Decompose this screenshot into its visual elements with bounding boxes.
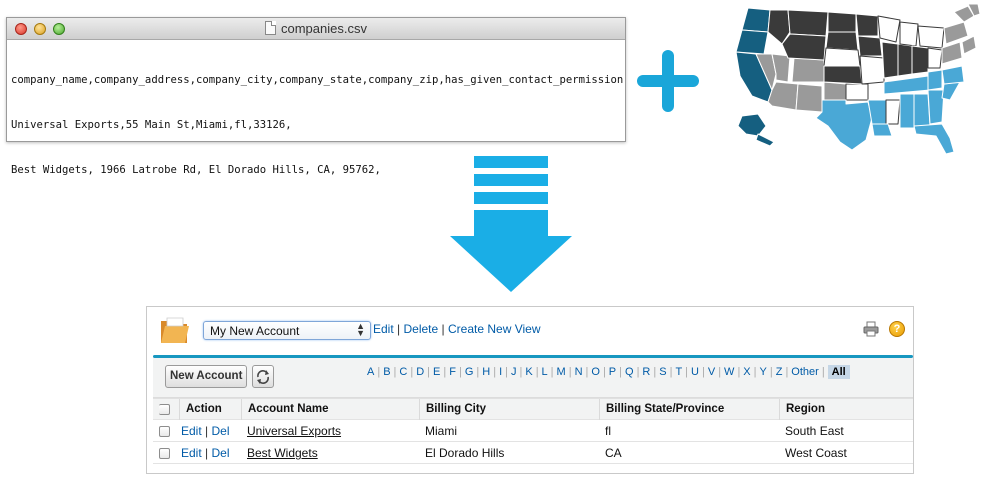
alphabet-separator: |	[685, 366, 689, 378]
row-delete-link[interactable]: Del	[212, 424, 230, 438]
alphabet-separator: |	[427, 366, 431, 378]
alphabet-filter-b[interactable]: B	[383, 366, 390, 378]
alphabet-separator: |	[550, 366, 554, 378]
link-separator: |	[441, 322, 445, 336]
alphabet-filter-m[interactable]: M	[557, 366, 566, 378]
column-header-action: Action	[179, 399, 222, 420]
folder-icon	[161, 317, 189, 343]
column-header-account-name[interactable]: Account Name	[241, 399, 329, 420]
alphabet-filter-q[interactable]: Q	[625, 366, 634, 378]
alphabet-filter-l[interactable]: L	[542, 366, 548, 378]
csv-line: Universal Exports,55 Main St,Miami,fl,33…	[11, 119, 292, 131]
us-regions-map-image	[735, 3, 981, 155]
alphabet-filter-o[interactable]: O	[591, 366, 600, 378]
alphabet-separator: |	[821, 366, 825, 378]
row-edit-link[interactable]: Edit	[181, 424, 202, 438]
billing-state-cell: CA	[605, 446, 622, 460]
accounts-table: Action Account Name Billing City Billing…	[153, 398, 913, 464]
refresh-icon	[257, 370, 269, 384]
alphabet-filter-n[interactable]: N	[575, 366, 583, 378]
table-row: Edit | Del Universal Exports Miami fl So…	[153, 420, 913, 442]
region-cell: West Coast	[785, 446, 847, 460]
link-separator: |	[205, 424, 209, 438]
alphabet-separator: |	[476, 366, 480, 378]
row-checkbox[interactable]	[159, 448, 170, 459]
alphabet-filter-h[interactable]: H	[482, 366, 490, 378]
billing-city-cell: El Dorado Hills	[425, 446, 505, 460]
alphabet-separator: |	[458, 366, 462, 378]
alphabet-separator: |	[568, 366, 572, 378]
alphabet-filter-x[interactable]: X	[743, 366, 750, 378]
alphabet-separator: |	[737, 366, 741, 378]
window-titlebar[interactable]: companies.csv	[7, 18, 625, 40]
alphabet-filter-u[interactable]: U	[691, 366, 699, 378]
column-header-region[interactable]: Region	[779, 399, 825, 420]
column-header-billing-city[interactable]: Billing City	[419, 399, 486, 420]
alphabet-separator: |	[753, 366, 757, 378]
alphabet-separator: |	[493, 366, 497, 378]
alphabet-separator: |	[377, 366, 381, 378]
alphabet-separator: |	[505, 366, 508, 378]
window-title-text: companies.csv	[281, 21, 367, 36]
accounts-list-view: My New Account ▲ ▼ Edit | Delete | Create…	[146, 306, 914, 474]
billing-state-cell: fl	[605, 424, 611, 438]
alphabet-separator: |	[410, 366, 414, 378]
alphabet-separator: |	[701, 366, 705, 378]
refresh-button[interactable]	[252, 365, 274, 388]
delete-view-link[interactable]: Delete	[404, 322, 439, 336]
account-name-link[interactable]: Best Widgets	[247, 446, 318, 460]
help-icon[interactable]: ?	[889, 321, 905, 337]
column-header-billing-state[interactable]: Billing State/Province	[599, 399, 724, 420]
row-delete-link[interactable]: Del	[212, 446, 230, 460]
billing-city-cell: Miami	[425, 424, 457, 438]
row-edit-link[interactable]: Edit	[181, 446, 202, 460]
alphabet-filter-w[interactable]: W	[724, 366, 734, 378]
alphabet-separator: |	[519, 366, 523, 378]
window-title: companies.csv	[7, 21, 625, 36]
alphabet-separator: |	[785, 366, 789, 378]
alphabet-filter-d[interactable]: D	[416, 366, 424, 378]
link-separator: |	[397, 322, 401, 336]
alphabet-filter-k[interactable]: K	[525, 366, 532, 378]
alphabet-filter-other[interactable]: Other	[791, 366, 819, 378]
link-separator: |	[205, 446, 209, 460]
alphabet-filter-y[interactable]: Y	[760, 366, 767, 378]
map-region-west-coast	[741, 7, 771, 33]
alphabet-separator: |	[718, 366, 722, 378]
list-toolbar: New Account A | B | C | D | E | F | G | H | I | J | K | L | M | N |…	[153, 358, 913, 398]
row-actions: Edit | Del	[181, 424, 230, 438]
table-row: Edit | Del Best Widgets El Dorado Hills …	[153, 442, 913, 464]
alphabet-filter-f[interactable]: F	[449, 366, 456, 378]
alphabet-separator: |	[535, 366, 539, 378]
alphabet-separator: |	[653, 366, 657, 378]
csv-file-window: companies.csv company_name,company_addre…	[6, 17, 626, 176]
region-cell: South East	[785, 424, 844, 438]
csv-line: company_name,company_address,company_cit…	[11, 74, 624, 86]
alphabet-separator: |	[619, 366, 622, 378]
edit-view-link[interactable]: Edit	[373, 322, 394, 336]
row-actions: Edit | Del	[181, 446, 230, 460]
document-icon	[265, 21, 276, 35]
list-view-select[interactable]: My New Account ▲ ▼	[203, 321, 371, 340]
select-updown-icon: ▲ ▼	[356, 321, 365, 338]
alphabet-separator: |	[769, 366, 773, 378]
alphabet-separator: |	[443, 366, 447, 378]
new-account-button[interactable]: New Account	[165, 365, 248, 388]
plus-icon-bar	[637, 75, 699, 87]
row-checkbox[interactable]	[159, 426, 170, 437]
select-all-checkbox[interactable]	[159, 404, 170, 415]
printer-icon[interactable]	[863, 321, 879, 337]
alphabet-separator: |	[602, 366, 606, 378]
account-name-link[interactable]: Universal Exports	[247, 424, 341, 438]
create-new-view-link[interactable]: Create New View	[448, 322, 540, 336]
alphabet-filter-s[interactable]: S	[659, 366, 666, 378]
down-arrow-icon	[450, 156, 572, 292]
alphabet-filter-all[interactable]: All	[827, 365, 850, 379]
selected-view-text: My New Account	[210, 324, 300, 338]
view-actions: Edit | Delete | Create New View	[373, 322, 540, 336]
table-header-row: Action Account Name Billing City Billing…	[153, 398, 913, 420]
alphabet-filter: A | B | C | D | E | F | G | H | I | J | K | L | M | N | O | P | Q | R | S | T |…	[367, 365, 850, 379]
